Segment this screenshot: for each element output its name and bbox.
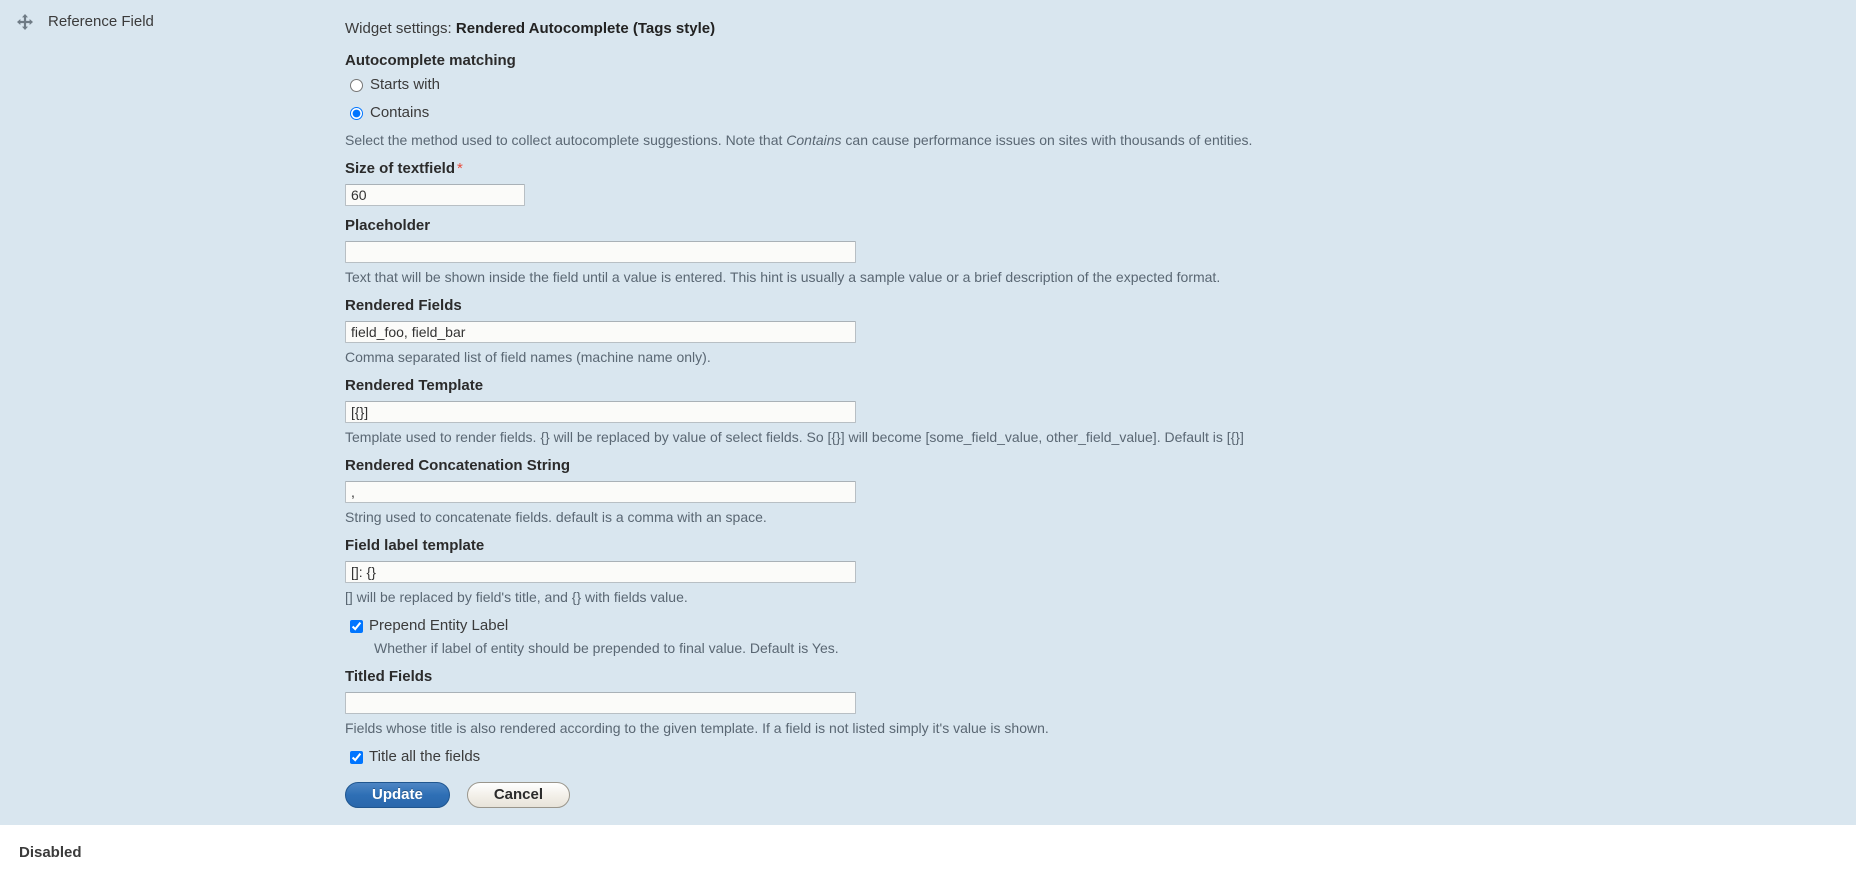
description-emphasis: Contains: [786, 132, 842, 148]
description-rendered-template: Template used to render fields. {} will …: [345, 429, 1244, 445]
form-item-field-label-template: Field label template [] will be replaced…: [345, 537, 1845, 606]
checkbox-row-title-all-fields[interactable]: Title all the fields: [345, 748, 1845, 766]
widget-settings-form: Widget settings: Rendered Autocomplete (…: [345, 0, 1845, 808]
label-rendered-concatenation-string: Rendered Concatenation String: [345, 457, 571, 474]
form-actions: Update Cancel: [345, 782, 1845, 808]
description-text-after: can cause performance issues on sites wi…: [841, 132, 1253, 148]
description-text-before: Select the method used to collect autoco…: [345, 132, 787, 148]
label-text-size-of-textfield: Size of textfield: [345, 160, 456, 177]
autocomplete-matching-description: Select the method used to collect autoco…: [345, 132, 1845, 149]
widget-name: Rendered Autocomplete (Tags style): [455, 20, 716, 37]
form-item-titled-fields: Titled Fields Fields whose title is also…: [345, 668, 1845, 737]
form-item-prepend-entity-label: Prepend Entity Label Whether if label of…: [345, 617, 1845, 657]
autocomplete-matching-group: Autocomplete matching Starts with Contai…: [345, 52, 1845, 149]
input-rendered-concatenation-string[interactable]: [345, 481, 856, 503]
description-prepend-entity-label: Whether if label of entity should be pre…: [374, 640, 839, 656]
radio-label-contains[interactable]: Contains: [370, 104, 429, 122]
checkbox-label-prepend-entity-label[interactable]: Prepend Entity Label: [369, 617, 508, 635]
input-rendered-template[interactable]: [345, 401, 856, 423]
form-item-title-all-fields: Title all the fields: [345, 748, 1845, 766]
label-field-label-template: Field label template: [345, 537, 485, 554]
cancel-button[interactable]: Cancel: [466, 782, 571, 808]
field-row-label: Reference Field: [48, 13, 154, 30]
form-item-rendered-concatenation-string: Rendered Concatenation String String use…: [345, 457, 1845, 526]
input-titled-fields[interactable]: [345, 692, 856, 714]
widget-settings-prefix: Widget settings:: [345, 20, 452, 37]
description-titled-fields: Fields whose title is also rendered acco…: [345, 720, 1049, 736]
label-titled-fields: Titled Fields: [345, 668, 433, 685]
input-size-of-textfield[interactable]: [345, 184, 525, 206]
description-rendered-fields: Comma separated list of field names (mac…: [345, 349, 711, 365]
input-field-label-template[interactable]: [345, 561, 856, 583]
label-rendered-template: Rendered Template: [345, 377, 484, 394]
widget-settings-title: Widget settings: Rendered Autocomplete (…: [345, 20, 1845, 38]
radio-row-contains[interactable]: Contains: [345, 104, 1845, 122]
disabled-section-label: Disabled: [19, 844, 82, 861]
label-size-of-textfield: Size of textfield *: [345, 160, 1845, 178]
bottom-strip: Disabled: [0, 825, 1856, 873]
checkbox-label-title-all-fields[interactable]: Title all the fields: [369, 748, 480, 766]
form-item-rendered-template: Rendered Template Template used to rende…: [345, 377, 1845, 446]
radio-starts-with[interactable]: [350, 78, 363, 92]
description-field-label-template: [] will be replaced by field's title, an…: [345, 589, 688, 605]
radio-row-starts-with[interactable]: Starts with: [345, 76, 1845, 94]
autocomplete-matching-legend: Autocomplete matching: [345, 52, 516, 69]
checkbox-title-all-fields[interactable]: [350, 750, 363, 764]
move-cross-icon[interactable]: [16, 13, 34, 31]
form-item-rendered-fields: Rendered Fields Comma separated list of …: [345, 297, 1845, 366]
description-placeholder: Text that will be shown inside the field…: [345, 269, 1221, 285]
input-placeholder[interactable]: [345, 241, 856, 263]
radio-label-starts-with[interactable]: Starts with: [370, 76, 440, 94]
checkbox-prepend-entity-label[interactable]: [350, 619, 363, 633]
field-row-label-cell: Reference Field: [0, 0, 345, 31]
input-rendered-fields[interactable]: [345, 321, 856, 343]
description-rendered-concatenation-string: String used to concatenate fields. defau…: [345, 509, 767, 525]
checkbox-row-prepend-entity-label[interactable]: Prepend Entity Label: [345, 617, 1845, 635]
form-item-placeholder: Placeholder Text that will be shown insi…: [345, 217, 1845, 286]
widget-settings-region: Reference Field Widget settings: Rendere…: [0, 0, 1856, 825]
form-item-size-of-textfield: Size of textfield *: [345, 160, 1845, 206]
label-placeholder: Placeholder: [345, 217, 431, 234]
update-button[interactable]: Update: [345, 782, 450, 808]
radio-contains[interactable]: [350, 106, 363, 120]
label-rendered-fields: Rendered Fields: [345, 297, 462, 314]
required-marker-size-of-textfield: *: [457, 160, 463, 177]
